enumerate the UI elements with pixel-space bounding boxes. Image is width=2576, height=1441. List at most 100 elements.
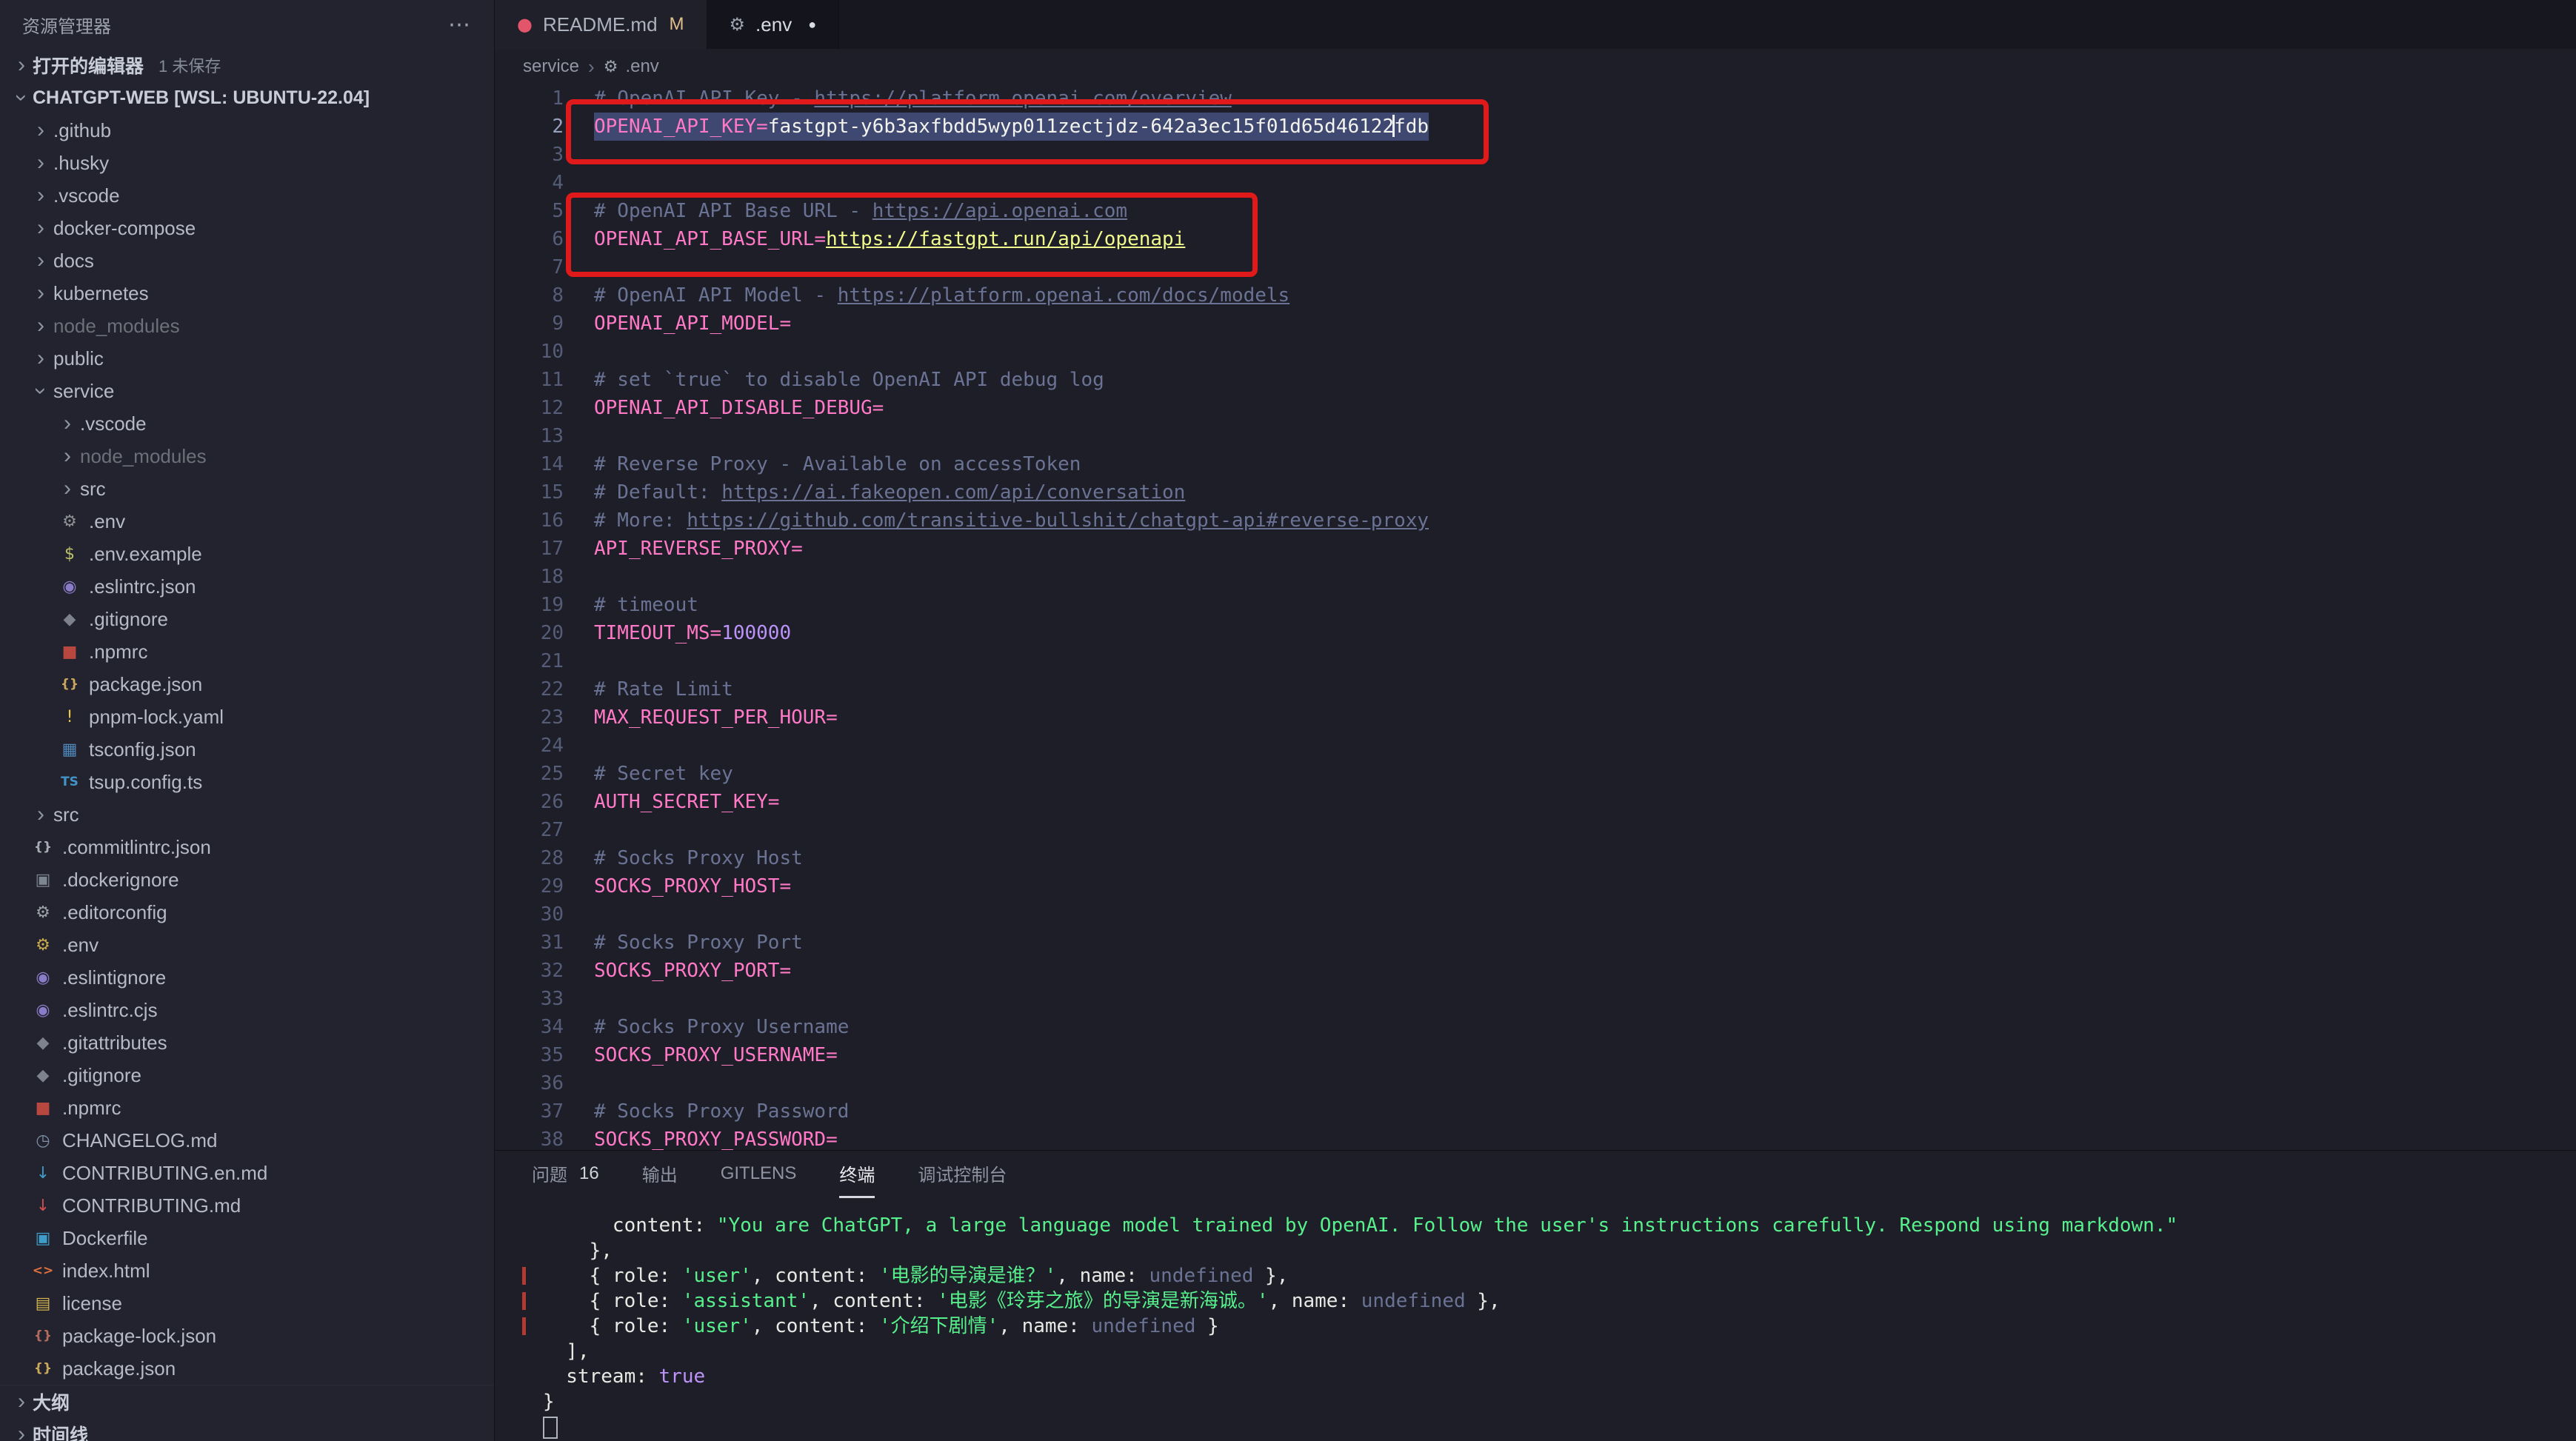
tree-file-index.html[interactable]: <>index.html: [0, 1254, 494, 1287]
tab-README.md[interactable]: ●README.mdM: [495, 0, 707, 49]
tree-folder-.husky[interactable]: ›.husky: [0, 147, 494, 179]
tree-file-.npmrc[interactable]: ■.npmrc: [0, 1091, 494, 1124]
code-line[interactable]: 17API_REVERSE_PROXY=: [495, 535, 2576, 563]
tree-file-.dockerignore[interactable]: ▣.dockerignore: [0, 863, 494, 896]
code-line[interactable]: 31# Socks Proxy Port: [495, 929, 2576, 957]
tree-file-CONTRIBUTING.md[interactable]: ↓CONTRIBUTING.md: [0, 1189, 494, 1222]
code-line[interactable]: 30: [495, 900, 2576, 929]
code-line[interactable]: 21: [495, 647, 2576, 675]
line-number: 38: [495, 1126, 564, 1150]
tree-folder-src[interactable]: ›src: [0, 472, 494, 505]
code-line[interactable]: 9OPENAI_API_MODEL=: [495, 310, 2576, 338]
tree-file-.eslintignore[interactable]: ◉.eslintignore: [0, 961, 494, 994]
code-line[interactable]: 27: [495, 816, 2576, 844]
code-line[interactable]: 7: [495, 253, 2576, 281]
breadcrumb-item-env[interactable]: .env: [625, 56, 658, 77]
tree-file-.npmrc[interactable]: ■.npmrc: [0, 635, 494, 668]
code-line[interactable]: 19# timeout: [495, 591, 2576, 619]
tree-folder-docs[interactable]: ›docs: [0, 244, 494, 277]
code-line[interactable]: 33: [495, 985, 2576, 1013]
tree-file-.eslintrc.cjs[interactable]: ◉.eslintrc.cjs: [0, 994, 494, 1026]
tree-item-label: .env: [62, 934, 99, 957]
code-line[interactable]: 29SOCKS_PROXY_HOST=: [495, 872, 2576, 900]
tree-folder-.github[interactable]: ›.github: [0, 114, 494, 147]
code-line[interactable]: 1# OpenAI API Key - https://platform.ope…: [495, 84, 2576, 113]
code-line[interactable]: 3: [495, 141, 2576, 169]
code-line[interactable]: 4: [495, 169, 2576, 197]
outline-section[interactable]: › 大纲: [0, 1385, 494, 1418]
code-line[interactable]: 5# OpenAI API Base URL - https://api.ope…: [495, 197, 2576, 225]
tree-file-tsconfig.json[interactable]: ▦tsconfig.json: [0, 733, 494, 766]
panel-tab-输出[interactable]: 输出: [642, 1151, 678, 1198]
panel-tab-问题[interactable]: 问题16: [532, 1151, 599, 1198]
code-line[interactable]: 24: [495, 732, 2576, 760]
tree-folder-docker-compose[interactable]: ›docker-compose: [0, 212, 494, 244]
code-line[interactable]: 32SOCKS_PROXY_PORT=: [495, 957, 2576, 985]
line-number: 21: [495, 647, 564, 675]
tab-.env[interactable]: ⚙.env●: [707, 0, 840, 49]
tree-file-.eslintrc.json[interactable]: ◉.eslintrc.json: [0, 570, 494, 603]
terminal[interactable]: content: "You are ChatGPT, a large langu…: [495, 1213, 2576, 1441]
tree-file-.gitignore[interactable]: ◆.gitignore: [0, 1059, 494, 1091]
open-editors-section[interactable]: › 打开的编辑器 1 未保存: [0, 49, 494, 81]
tree-file-tsup.config.ts[interactable]: TStsup.config.ts: [0, 766, 494, 798]
code-line[interactable]: 28# Socks Proxy Host: [495, 844, 2576, 872]
tree-file-package.json[interactable]: {}package.json: [0, 668, 494, 701]
panel-tab-终端[interactable]: 终端: [839, 1151, 875, 1198]
tree-folder-public[interactable]: ›public: [0, 342, 494, 375]
tree-folder-node_modules[interactable]: ›node_modules: [0, 440, 494, 472]
tree-file-.editorconfig[interactable]: ⚙.editorconfig: [0, 896, 494, 929]
tree-file-Dockerfile[interactable]: ▣Dockerfile: [0, 1222, 494, 1254]
tree-file-.env.example[interactable]: $.env.example: [0, 538, 494, 570]
panel-tab-GITLENS[interactable]: GITLENS: [721, 1151, 797, 1198]
code-line[interactable]: 38SOCKS_PROXY_PASSWORD=: [495, 1126, 2576, 1150]
tree-file-.env[interactable]: ⚙.env: [0, 929, 494, 961]
tree-file-CHANGELOG.md[interactable]: ◷CHANGELOG.md: [0, 1124, 494, 1157]
code-line[interactable]: 11# set `true` to disable OpenAI API deb…: [495, 366, 2576, 394]
code-line[interactable]: 37# Socks Proxy Password: [495, 1097, 2576, 1126]
code-line[interactable]: 16# More: https://github.com/transitive-…: [495, 506, 2576, 535]
panel-tab-调试控制台[interactable]: 调试控制台: [918, 1151, 1007, 1198]
code-line[interactable]: 6OPENAI_API_BASE_URL=https://fastgpt.run…: [495, 225, 2576, 253]
tree-folder-.vscode[interactable]: ›.vscode: [0, 179, 494, 212]
tree-folder-src[interactable]: ›src: [0, 798, 494, 831]
code-line[interactable]: 13: [495, 422, 2576, 450]
more-actions-icon[interactable]: ⋯: [448, 12, 472, 38]
code-line[interactable]: 26AUTH_SECRET_KEY=: [495, 788, 2576, 816]
breadcrumb-item-service[interactable]: service: [523, 56, 579, 77]
code-line[interactable]: 34# Socks Proxy Username: [495, 1013, 2576, 1041]
tree-folder-kubernetes[interactable]: ›kubernetes: [0, 277, 494, 310]
tree-file-package-lock.json[interactable]: {}package-lock.json: [0, 1320, 494, 1352]
tree-folder-.vscode[interactable]: ›.vscode: [0, 407, 494, 440]
tree-folder-service[interactable]: ›service: [0, 375, 494, 407]
code-line[interactable]: 22# Rate Limit: [495, 675, 2576, 703]
code-line[interactable]: 2OPENAI_API_KEY=fastgpt-y6b3axfbdd5wyp01…: [495, 113, 2576, 141]
tree-file-.gitignore[interactable]: ◆.gitignore: [0, 603, 494, 635]
code-line[interactable]: 20TIMEOUT_MS=100000: [495, 619, 2576, 647]
code-line[interactable]: 36: [495, 1069, 2576, 1097]
code-line[interactable]: 8# OpenAI API Model - https://platform.o…: [495, 281, 2576, 310]
code-token: # timeout: [594, 594, 698, 616]
code-line[interactable]: 15# Default: https://ai.fakeopen.com/api…: [495, 478, 2576, 506]
tree-folder-node_modules[interactable]: ›node_modules: [0, 310, 494, 342]
tree-file-.commitlintrc.json[interactable]: {}.commitlintrc.json: [0, 831, 494, 863]
tree-file-.gitattributes[interactable]: ◆.gitattributes: [0, 1026, 494, 1059]
tree-file-.env[interactable]: ⚙.env: [0, 505, 494, 538]
code-line[interactable]: 18: [495, 563, 2576, 591]
code-line[interactable]: 12OPENAI_API_DISABLE_DEBUG=: [495, 394, 2576, 422]
code-area[interactable]: 1# OpenAI API Key - https://platform.ope…: [495, 84, 2576, 1150]
tree-file-CONTRIBUTING.en.md[interactable]: ↓CONTRIBUTING.en.md: [0, 1157, 494, 1189]
tree-file-package.json[interactable]: {}package.json: [0, 1352, 494, 1385]
code-line[interactable]: 10: [495, 338, 2576, 366]
tree-file-pnpm-lock.yaml[interactable]: !pnpm-lock.yaml: [0, 701, 494, 733]
code-line[interactable]: 23MAX_REQUEST_PER_HOUR=: [495, 703, 2576, 732]
tree-item-label: .husky: [53, 152, 109, 175]
code-line[interactable]: 14# Reverse Proxy - Available on accessT…: [495, 450, 2576, 478]
project-root-section[interactable]: › CHATGPT-WEB [WSL: UBUNTU-22.04]: [0, 81, 494, 114]
tree-file-license[interactable]: ▤license: [0, 1287, 494, 1320]
unsaved-dot-icon[interactable]: ●: [808, 17, 816, 33]
code-line[interactable]: 35SOCKS_PROXY_USERNAME=: [495, 1041, 2576, 1069]
code-line[interactable]: 25# Secret key: [495, 760, 2576, 788]
timeline-section[interactable]: › 时间线: [0, 1418, 494, 1441]
line-number: 12: [495, 394, 564, 422]
